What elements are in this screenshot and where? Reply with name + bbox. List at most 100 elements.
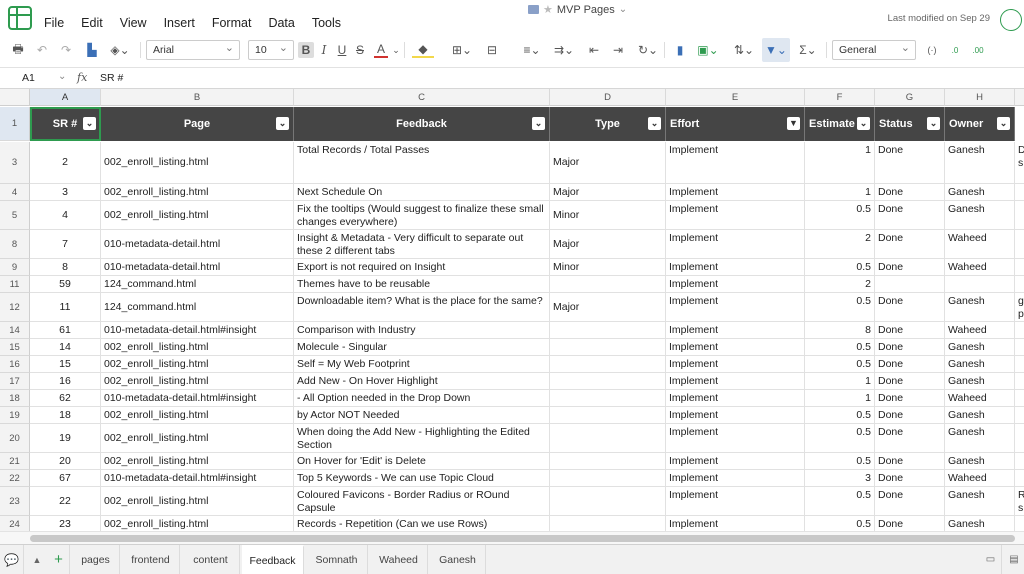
cell-owner[interactable]: Ganesh (945, 293, 1015, 322)
cell-overflow[interactable]: R s (1015, 487, 1024, 516)
header-cell-extra[interactable] (1015, 107, 1024, 141)
cell-overflow[interactable] (1015, 356, 1024, 373)
number-format-select[interactable]: General (832, 40, 916, 60)
cell-type[interactable] (550, 373, 666, 390)
cell-effort[interactable]: Implement (666, 470, 805, 487)
column-header-e[interactable]: E (666, 89, 805, 106)
cell-reference[interactable]: A1 (22, 72, 35, 84)
filter-dropdown-icon[interactable]: ▼ (787, 117, 800, 130)
cell-overflow[interactable] (1015, 373, 1024, 390)
menu-view[interactable]: View (120, 16, 147, 30)
row-header[interactable]: 17 (0, 373, 30, 390)
cell-type[interactable] (550, 356, 666, 373)
cell-overflow[interactable] (1015, 424, 1024, 453)
sheet-tab-waheed[interactable]: Waheed (370, 545, 428, 574)
cell-overflow[interactable] (1015, 390, 1024, 407)
cell-type[interactable]: Minor (550, 259, 666, 276)
increase-decimal-icon[interactable]: .00 (970, 38, 986, 62)
increase-indent-icon[interactable]: ⇥ (610, 38, 626, 62)
header-cell-owner[interactable]: Owner ⌄ (945, 107, 1015, 141)
cell-type[interactable]: Major (550, 230, 666, 259)
cell-owner[interactable]: Ganesh (945, 373, 1015, 390)
header-cell-estimate[interactable]: Estimate ⌄ (805, 107, 875, 141)
cell-status[interactable]: Done (875, 516, 945, 531)
user-avatar-icon[interactable] (1000, 9, 1022, 31)
cell-status[interactable]: Done (875, 470, 945, 487)
cell-overflow[interactable] (1015, 339, 1024, 356)
filter-dropdown-icon[interactable]: ⌄ (83, 117, 96, 130)
currency-format-icon[interactable]: (·) (924, 38, 940, 62)
cell-owner[interactable]: Ganesh (945, 356, 1015, 373)
row-header[interactable]: 9 (0, 259, 30, 276)
header-cell-effort[interactable]: Effort ▼ (666, 107, 805, 141)
column-header-next[interactable] (1015, 89, 1024, 106)
row-header[interactable]: 23 (0, 487, 30, 516)
spreadsheet-grid[interactable]: A B C D E F G H 1 SR # ⌄ Page ⌄ Feedback ⌄ Type ⌄ Effort ▼… (0, 89, 1024, 531)
fill-color-icon[interactable]: ◆ (412, 42, 434, 58)
cell-status[interactable]: Done (875, 390, 945, 407)
cell-status[interactable]: Done (875, 339, 945, 356)
sheet-tab-feedback[interactable]: Feedback (242, 545, 304, 574)
cell-sr[interactable]: 22 (30, 487, 101, 516)
cell-status[interactable]: Done (875, 201, 945, 230)
cell-page[interactable]: 010-metadata-detail.html (101, 259, 294, 276)
cell-owner[interactable]: Waheed (945, 390, 1015, 407)
sheet-tab-content[interactable]: content (182, 545, 240, 574)
cell-type[interactable] (550, 276, 666, 293)
cell-owner[interactable]: Ganesh (945, 339, 1015, 356)
cell-type[interactable] (550, 453, 666, 470)
cell-fb[interactable]: On Hover for 'Edit' is Delete (294, 453, 550, 470)
cell-sr[interactable]: 11 (30, 293, 101, 322)
cell-page[interactable]: 002_enroll_listing.html (101, 356, 294, 373)
row-header[interactable]: 16 (0, 356, 30, 373)
row-header[interactable]: 4 (0, 184, 30, 201)
bold-button[interactable]: B (298, 42, 314, 58)
cell-effort[interactable]: Implement (666, 201, 805, 230)
cell-effort[interactable]: Implement (666, 276, 805, 293)
cell-sr[interactable]: 67 (30, 470, 101, 487)
chat-icon[interactable]: 💬 (0, 545, 24, 574)
cell-type[interactable]: Major (550, 184, 666, 201)
cell-overflow[interactable] (1015, 516, 1024, 531)
cell-effort[interactable]: Implement (666, 390, 805, 407)
header-cell-sr[interactable]: SR # ⌄ (30, 107, 101, 141)
header-cell-feedback[interactable]: Feedback ⌄ (294, 107, 550, 141)
document-title[interactable]: ★ MVP Pages ⌄ (528, 3, 627, 16)
column-header-b[interactable]: B (101, 89, 294, 106)
folder-icon[interactable] (528, 5, 539, 14)
clear-format-icon[interactable]: ◈⌄ (108, 38, 132, 62)
cell-sr[interactable]: 23 (30, 516, 101, 531)
cell-est[interactable]: 0.5 (805, 424, 875, 453)
cell-est[interactable]: 2 (805, 230, 875, 259)
cell-sr[interactable]: 15 (30, 356, 101, 373)
cell-fb[interactable]: - All Option needed in the Drop Down (294, 390, 550, 407)
cell-type[interactable] (550, 407, 666, 424)
cell-status[interactable]: Done (875, 259, 945, 276)
cell-est[interactable]: 0.5 (805, 259, 875, 276)
cell-fb[interactable]: Next Schedule On (294, 184, 550, 201)
cell-fb[interactable]: Themes have to be reusable (294, 276, 550, 293)
cell-fb[interactable]: Molecule - Singular (294, 339, 550, 356)
cell-est[interactable]: 0.5 (805, 487, 875, 516)
cell-overflow[interactable]: D s (1015, 142, 1024, 184)
cell-overflow[interactable] (1015, 470, 1024, 487)
cell-effort[interactable]: Implement (666, 487, 805, 516)
cell-status[interactable]: Done (875, 407, 945, 424)
align-horizontal-icon[interactable]: ≡⌄ (520, 38, 544, 62)
sort-icon[interactable]: ⇅⌄ (732, 38, 756, 62)
cell-fb[interactable]: Coloured Favicons - Border Radius or ROu… (294, 487, 550, 516)
cell-sr[interactable]: 18 (30, 407, 101, 424)
cell-est[interactable]: 3 (805, 470, 875, 487)
filter-dropdown-icon[interactable]: ⌄ (532, 117, 545, 130)
cell-type[interactable]: Major (550, 142, 666, 184)
cell-status[interactable]: Done (875, 184, 945, 201)
add-sheet-icon[interactable]: + (48, 545, 70, 574)
row-header[interactable]: 5 (0, 201, 30, 230)
cell-page[interactable]: 124_command.html (101, 276, 294, 293)
paint-format-icon[interactable]: ▙ (84, 38, 100, 62)
select-all-corner[interactable] (0, 89, 30, 106)
cell-effort[interactable]: Implement (666, 184, 805, 201)
cell-status[interactable]: Done (875, 487, 945, 516)
cell-effort[interactable]: Implement (666, 142, 805, 184)
cell-fb[interactable]: Self = My Web Footprint (294, 356, 550, 373)
